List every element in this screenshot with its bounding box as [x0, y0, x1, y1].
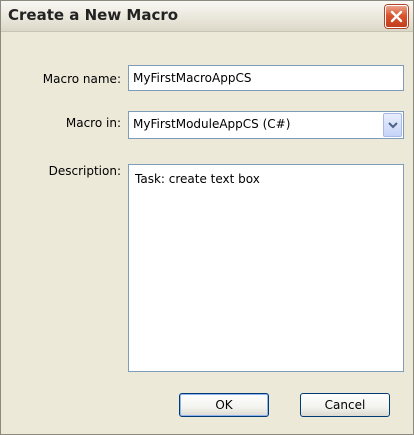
macro-in-select[interactable]: MyFirstModuleAppCS (C#): [128, 111, 404, 139]
cancel-button[interactable]: Cancel: [300, 393, 390, 417]
macro-in-dropdown-button[interactable]: [383, 113, 402, 137]
description-label: Description:: [48, 164, 121, 178]
macro-in-value: MyFirstModuleAppCS (C#): [133, 117, 291, 131]
macro-name-label: Macro name:: [42, 72, 121, 86]
dialog-title: Create a New Macro: [8, 6, 179, 24]
title-bar[interactable]: Create a New Macro: [1, 1, 413, 32]
description-textarea[interactable]: Task: create text box: [128, 164, 404, 372]
create-macro-dialog: Create a New Macro Macro name: Macro in:…: [0, 0, 414, 435]
chevron-down-icon: [388, 122, 398, 129]
macro-name-input[interactable]: [128, 65, 404, 91]
ok-button[interactable]: OK: [179, 393, 269, 417]
macro-in-label: Macro in:: [65, 116, 121, 130]
close-button[interactable]: [385, 5, 408, 28]
close-icon: [390, 10, 403, 23]
